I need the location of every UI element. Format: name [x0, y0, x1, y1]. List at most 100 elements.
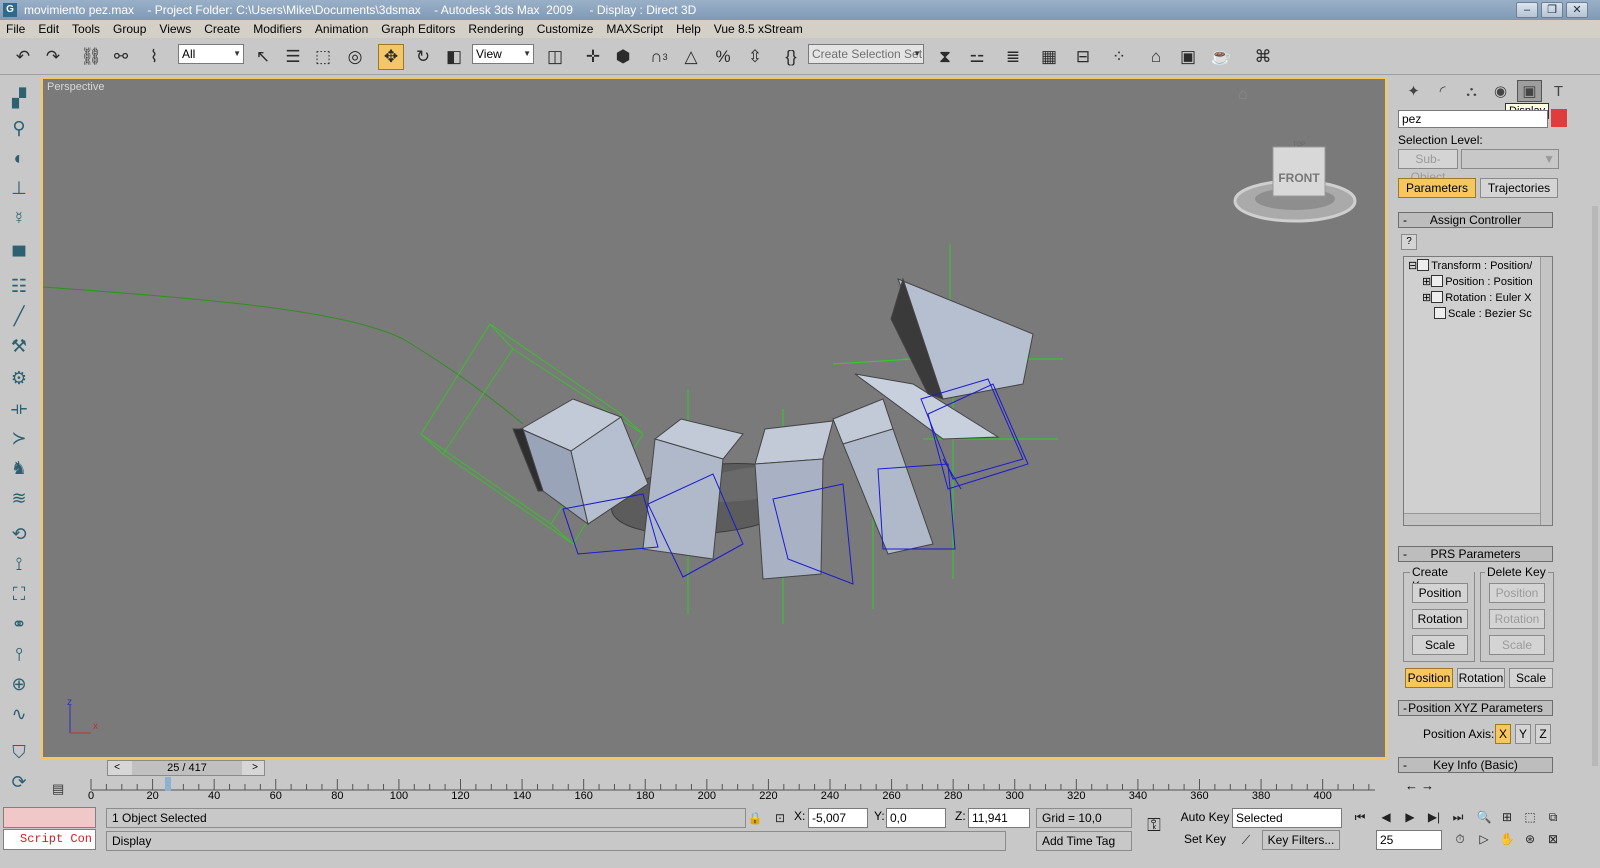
zoom-extents-all-icon[interactable]: ⧉	[1543, 808, 1563, 826]
maximize-viewport-icon[interactable]: ⊠	[1543, 830, 1563, 848]
create-tab-icon[interactable]: ✦	[1401, 80, 1426, 102]
delete-rotation-key-button[interactable]: Rotation	[1489, 609, 1545, 629]
axis-x-button[interactable]: X	[1495, 724, 1511, 744]
tree-item-rotation[interactable]: ⊞ Rotation : Euler X	[1422, 291, 1531, 304]
lock-selection-icon[interactable]: 🔒	[745, 809, 765, 827]
maxscript-listener-output[interactable]	[3, 807, 96, 828]
tree-item-transform[interactable]: ⊟ Transform : Position/	[1408, 259, 1532, 272]
mode-position-button[interactable]: Position	[1405, 668, 1453, 688]
time-slider-next-icon[interactable]: >	[248, 761, 262, 775]
quick-render-icon[interactable]: ☕	[1208, 44, 1234, 70]
character-icon[interactable]: ⚲	[7, 116, 31, 140]
redo-icon[interactable]: ↷	[40, 44, 66, 70]
zoom-extents-icon[interactable]: ⬚	[1520, 808, 1540, 826]
figure-icon[interactable]: ♞	[7, 456, 31, 480]
viewport-layout-icon[interactable]: ▀	[7, 244, 31, 268]
utilities-tab-icon[interactable]: T	[1546, 80, 1571, 102]
track-bar[interactable]: 0 20 40 60 80 100 120 140 160 180 200 220 240 260 280 3…	[80, 777, 1385, 803]
biped-icon[interactable]: ☿	[7, 206, 31, 230]
xstream-icon[interactable]: ⌘	[1250, 44, 1276, 70]
select-manipulate-icon[interactable]: ✛	[580, 44, 606, 70]
rotate-icon[interactable]: ↻	[410, 44, 436, 70]
command-panel-scrollbar[interactable]	[1592, 206, 1598, 766]
time-slider-frame[interactable]: 25 / 417	[132, 761, 242, 775]
foot-icon[interactable]: ⫯	[7, 642, 31, 666]
paint-icon[interactable]: ⚒	[7, 334, 31, 358]
y-coord-field[interactable]: 0,0	[886, 808, 946, 828]
parameters-tab-button[interactable]: Parameters	[1398, 178, 1476, 198]
shirt-icon[interactable]: ⛉	[7, 740, 31, 764]
curve-editor-icon[interactable]: ▦	[1036, 44, 1062, 70]
rendered-frame-window-icon[interactable]: ▣	[1175, 44, 1201, 70]
restore-icon[interactable]: ❐	[1541, 2, 1563, 18]
x-coord-field[interactable]: -5,007	[808, 808, 868, 828]
assign-controller-rollout[interactable]: - Assign Controller	[1398, 212, 1553, 228]
edit-named-selection-icon[interactable]: {}	[778, 44, 804, 70]
select-and-link-icon[interactable]: ⛓	[78, 44, 104, 70]
mini-curve-editor-icon[interactable]: ▤	[52, 781, 70, 797]
set-key-icon[interactable]: ⚿	[1144, 816, 1164, 834]
zoom-icon[interactable]: 🔍	[1474, 808, 1494, 826]
sub-object-dropdown[interactable]: ▼	[1461, 149, 1559, 169]
close-icon[interactable]: ✕	[1566, 2, 1588, 18]
stack-icon[interactable]: ☷	[7, 274, 31, 298]
menu-help[interactable]: Help	[676, 22, 701, 36]
perspective-viewport[interactable]: Perspective ⌂ TOP FRONT z x	[41, 77, 1387, 759]
app-icon[interactable]: G	[3, 3, 17, 17]
spiral-icon[interactable]: ⟳	[7, 770, 31, 794]
go-to-end-icon[interactable]: ⏭	[1448, 808, 1468, 826]
named-selection-set-dropdown[interactable]: Create Selection Set	[808, 44, 924, 64]
menu-tools[interactable]: Tools	[72, 22, 100, 36]
delete-position-key-button[interactable]: Position	[1489, 583, 1545, 603]
position-xyz-rollout[interactable]: - Position XYZ Parameters	[1398, 700, 1553, 716]
select-by-name-icon[interactable]: ☰	[280, 44, 306, 70]
set-key-button[interactable]: Set Key	[1180, 830, 1230, 850]
go-to-start-icon[interactable]: ⏮	[1350, 808, 1370, 826]
object-color-swatch[interactable]	[1551, 109, 1567, 127]
reference-coordinate-dropdown[interactable]: View	[472, 44, 534, 64]
material-editor-icon[interactable]: ⁘	[1106, 44, 1132, 70]
tree-vertical-scrollbar[interactable]	[1540, 257, 1552, 525]
menu-maxscript[interactable]: MAXScript	[606, 22, 663, 36]
bind-space-warp-icon[interactable]: ⌇	[141, 44, 167, 70]
trajectories-tab-button[interactable]: Trajectories	[1480, 178, 1558, 198]
menu-modifiers[interactable]: Modifiers	[253, 22, 302, 36]
create-position-key-button[interactable]: Position	[1412, 583, 1468, 603]
sphere-icon[interactable]: ◐	[7, 146, 31, 170]
squiggle-icon[interactable]: ∿	[7, 702, 31, 726]
mirror-icon[interactable]: ⧗	[932, 44, 958, 70]
absolute-mode-icon[interactable]: ⊡	[770, 809, 790, 827]
globe-icon[interactable]: ⊕	[7, 672, 31, 696]
auto-key-button[interactable]: Auto Key	[1180, 808, 1230, 828]
menu-edit[interactable]: Edit	[38, 22, 59, 36]
measure-icon[interactable]: ╱	[7, 304, 31, 328]
align-icon[interactable]: ⚍	[964, 44, 990, 70]
menu-rendering[interactable]: Rendering	[468, 22, 523, 36]
viewcube-top-label[interactable]: TOP	[1293, 142, 1305, 148]
create-scale-key-button[interactable]: Scale	[1412, 635, 1468, 655]
menu-views[interactable]: Views	[159, 22, 191, 36]
select-object-icon[interactable]: ↖	[250, 44, 276, 70]
field-of-view-icon[interactable]: ▷	[1474, 830, 1494, 848]
add-time-tag-button[interactable]: Add Time Tag	[1036, 831, 1132, 851]
minimize-icon[interactable]: ‒	[1516, 2, 1538, 18]
current-frame-marker[interactable]	[164, 777, 171, 791]
percent-snap-icon[interactable]: %	[710, 44, 736, 70]
time-slider[interactable]: < 25 / 417 >	[107, 760, 265, 776]
play-icon[interactable]: ▶	[1400, 808, 1420, 826]
bone-icon[interactable]: ⟟	[7, 552, 31, 576]
create-panel-icon[interactable]: ▞	[7, 86, 31, 110]
menu-file[interactable]: File	[6, 22, 25, 36]
previous-frame-icon[interactable]: ◀	[1376, 808, 1396, 826]
pivot-center-icon[interactable]: ◫	[542, 44, 568, 70]
motion-tab-icon[interactable]: ◉	[1488, 80, 1513, 102]
menu-animation[interactable]: Animation	[315, 22, 368, 36]
display-tab-icon[interactable]: ▣	[1517, 80, 1542, 102]
axis-y-button[interactable]: Y	[1515, 724, 1531, 744]
create-rotation-key-button[interactable]: Rotation	[1412, 609, 1468, 629]
previous-key-icon[interactable]: ←	[1405, 778, 1418, 793]
assign-controller-help-button[interactable]: ?	[1401, 234, 1417, 250]
spinner-snap-icon[interactable]: ⇳	[742, 44, 768, 70]
current-frame-field[interactable]: 25	[1376, 830, 1442, 850]
next-frame-icon[interactable]: ▶|	[1424, 808, 1444, 826]
